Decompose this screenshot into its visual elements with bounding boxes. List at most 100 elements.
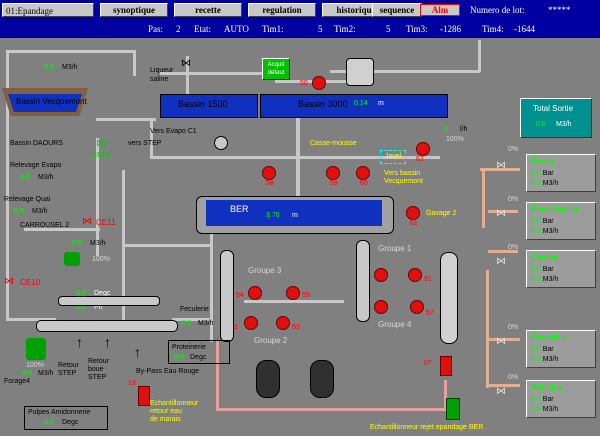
site-panel-camon[interactable]: Camon 0.0 Bar 0.0 M3/h — [526, 250, 596, 288]
pump-58[interactable] — [262, 166, 276, 180]
feculerie-flow-unit: M3/h — [198, 320, 214, 327]
pump-56[interactable] — [374, 300, 388, 314]
site-flow-value: 0.0 — [531, 276, 541, 283]
ber-unit: m — [292, 212, 298, 219]
site-flow-value: 0.0 — [531, 180, 541, 187]
etat-label: Etat: — [194, 24, 211, 34]
lot-label: Numero de lot: — [470, 5, 525, 15]
tim1-label: Tim1: — [262, 24, 284, 34]
carrousel-flow-value: 0.0 — [72, 240, 82, 247]
valve-icon[interactable]: ⋈ — [496, 336, 506, 347]
forage-label: Forage4 — [4, 378, 31, 385]
site-bar-unit: Bar — [542, 218, 554, 225]
site-bar-value: 0.0 — [531, 346, 541, 353]
pump-62-flow-value: 0 — [444, 126, 448, 133]
groupe-2-label: Groupe 2 — [254, 336, 288, 345]
valve-icon[interactable]: ⋈ — [496, 160, 506, 171]
carrousel-pct: 100% — [92, 256, 110, 263]
site-pct: 0% — [508, 196, 519, 203]
alarm-button[interactable]: Alm — [420, 4, 460, 16]
valve-icon[interactable]: ⋈ — [496, 256, 506, 267]
bypass-label: By-Pass Eau Rouge — [136, 368, 200, 375]
site-bar-value: 0.0 — [531, 218, 541, 225]
carrousel-pump-icon[interactable] — [64, 252, 80, 266]
pump-51[interactable] — [408, 268, 422, 282]
collector-mid — [356, 240, 370, 322]
pipe — [122, 244, 212, 247]
tim3-label: Tim3: — [406, 24, 428, 34]
valve-icon[interactable]: ⋈ — [496, 386, 506, 397]
pump-51-label: 51 — [424, 276, 432, 283]
forage-unit: M3/h — [38, 370, 54, 377]
site-panel-gentelles[interactable]: Gentelles 0.0 Bar 0.0 M3/h — [526, 330, 596, 368]
retour-boue-label: Retour boue STEP — [88, 358, 110, 381]
valve-icon[interactable]: ⋈ — [181, 58, 191, 69]
echant-rejet-green-icon[interactable] — [446, 398, 460, 420]
tim2-label: Tim2: — [334, 24, 356, 34]
nav-regulation-button[interactable]: regulation — [248, 3, 316, 17]
header-pipe-top — [58, 296, 160, 306]
valve-ce12-icon[interactable]: ⋈ — [96, 138, 106, 149]
forage-pct: 100% — [26, 362, 44, 369]
carrousel-label: CARROUSEL 2 — [20, 222, 70, 229]
nav-recette-button[interactable]: recette — [174, 3, 242, 17]
site-name: Aubigny — [531, 383, 563, 392]
gauge-icon — [214, 136, 228, 150]
pipe-orange — [486, 270, 489, 388]
pipe — [244, 300, 344, 303]
site-pct: 0% — [508, 324, 519, 331]
pump-50-top-label: 50 — [300, 80, 308, 87]
forage-value: 0.0 — [22, 370, 32, 377]
pump-61[interactable] — [406, 206, 420, 220]
tim2-value: 5 — [386, 24, 391, 34]
site-flow-unit: M3/h — [542, 356, 559, 363]
total-sortie-label: Total Sortie — [533, 104, 574, 113]
site-flow-value: 0.0 — [531, 406, 541, 413]
site-flow-value: 0.0 — [531, 228, 541, 235]
site-name: Gentelles — [531, 333, 568, 342]
valve-ce10-icon[interactable]: ⋈ — [4, 276, 14, 287]
pump-54[interactable] — [248, 286, 262, 300]
pump-50-top[interactable] — [312, 76, 326, 90]
pump-60[interactable] — [356, 166, 370, 180]
site-panel-pont-noyelle[interactable]: Pont Noyelle 0.0 Bar 0.0 M3/h — [526, 202, 596, 240]
bassin-daours-label: Bassin DAOURS — [10, 140, 63, 147]
echant-rejet-red-icon[interactable] — [440, 356, 452, 376]
ber-label: BER — [230, 204, 249, 214]
site-name: Bussy — [531, 157, 556, 166]
pump-59-label: 59 — [330, 180, 338, 187]
proteinerie-temp-value: 0.0 — [174, 354, 184, 361]
site-pct: 0% — [508, 146, 519, 153]
nav-synoptique-button[interactable]: synoptique — [100, 3, 168, 17]
pulpes-label: Pulpes Amidonnerie — [28, 409, 91, 416]
echant-retour-icon[interactable] — [138, 386, 150, 406]
valve-icon[interactable]: ⋈ — [496, 208, 506, 219]
echant-rejet-label: Echantillonneur rejet epandage BER — [370, 424, 484, 431]
pump-58-label: 58 — [266, 180, 274, 187]
pump-59[interactable] — [326, 166, 340, 180]
site-bar-value: 0.0 — [531, 266, 541, 273]
forage-pump-icon[interactable] — [26, 338, 46, 360]
site-panel-bussy[interactable]: Bussy 0.0 Bar 0.0 M3/h — [526, 154, 596, 192]
pump-50[interactable] — [374, 268, 388, 282]
pump-55[interactable] — [286, 286, 300, 300]
tim1-value: 5 — [318, 24, 323, 34]
valve-ce11-icon[interactable]: ⋈ — [82, 216, 92, 227]
pump-62[interactable] — [416, 142, 430, 156]
ce10-label: CE10 — [20, 278, 41, 287]
pump-57-label: 57 — [426, 310, 434, 317]
pump-57[interactable] — [410, 300, 424, 314]
nav-sequence-button[interactable]: sequence — [372, 3, 422, 17]
flow-top-value: 0.0 — [44, 64, 54, 71]
lot-value: ***** — [548, 5, 571, 15]
site-panel-aubigny[interactable]: Aubigny 0.0 Bar 0.0 M3/h — [526, 380, 596, 418]
relevage-evapo-unit: M3/h — [38, 174, 54, 181]
relevage-quai-value: 0.0 — [14, 208, 24, 215]
acquit-defaut-button[interactable]: Acquit defaut — [262, 58, 290, 80]
exchanger-1 — [256, 360, 280, 398]
pipe — [6, 50, 136, 53]
pump-53[interactable] — [276, 316, 290, 330]
pipe — [150, 118, 153, 158]
pump-52[interactable] — [244, 316, 258, 330]
site-flow-unit: M3/h — [542, 228, 559, 235]
